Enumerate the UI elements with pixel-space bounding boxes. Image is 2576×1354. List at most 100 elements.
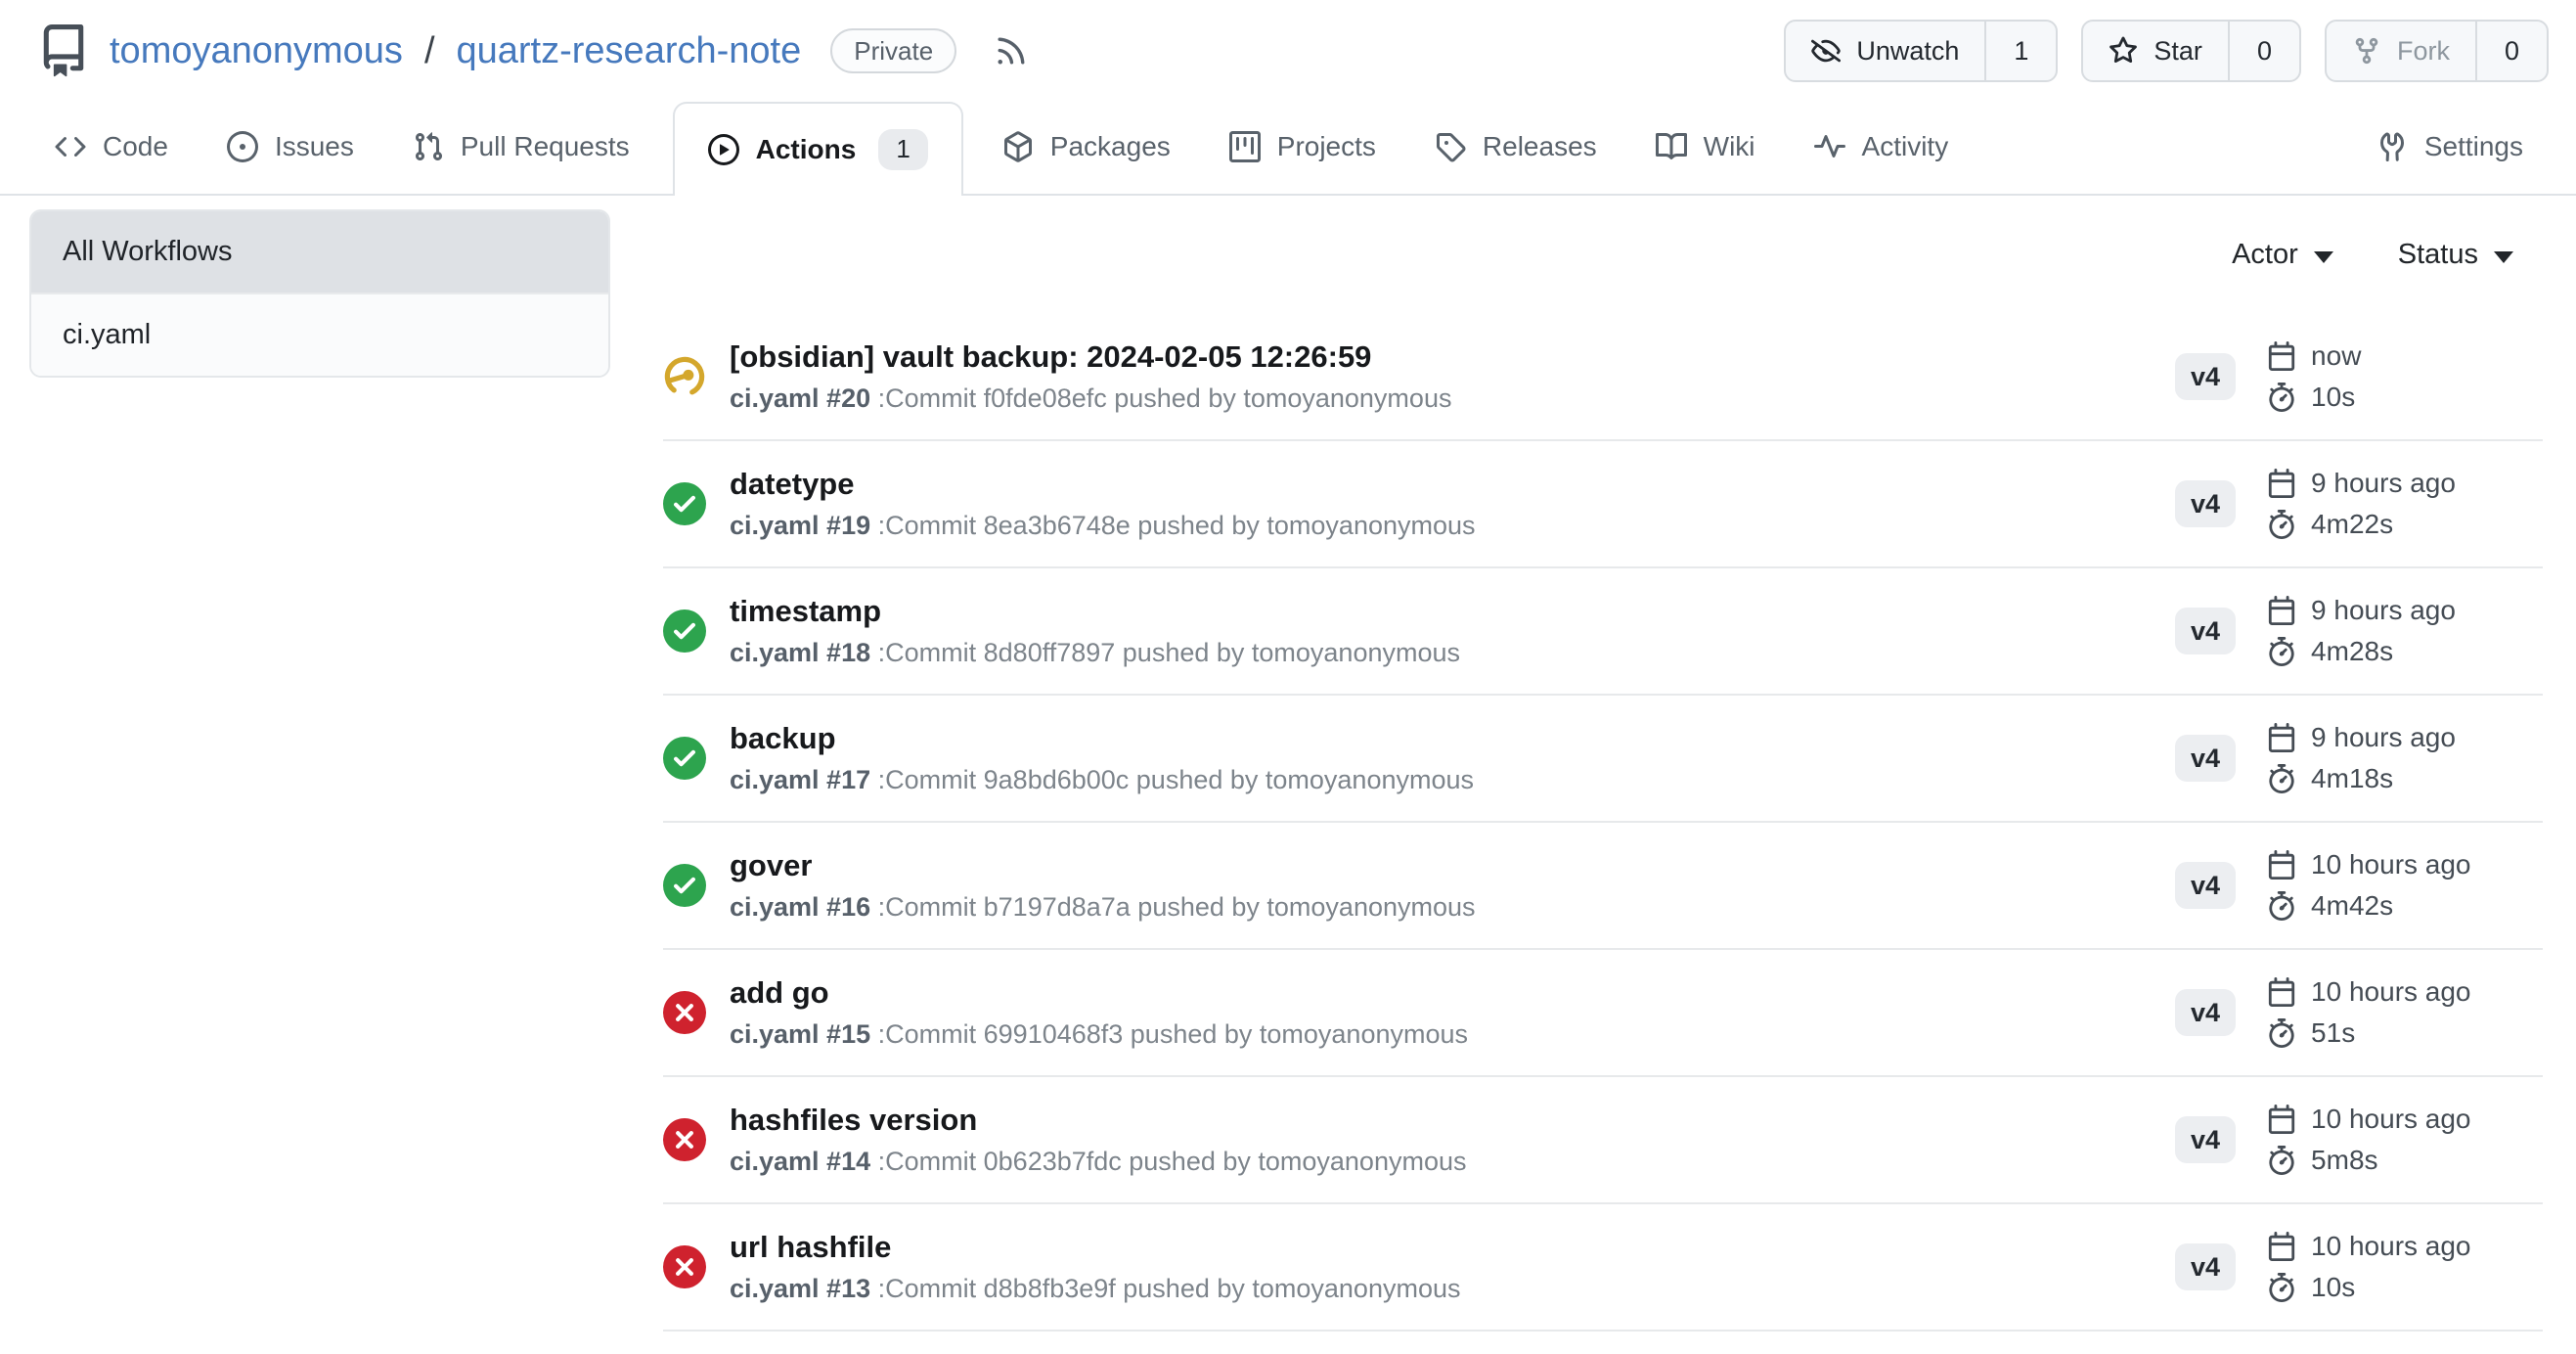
calendar-icon <box>2267 1232 2296 1261</box>
calendar-icon <box>2267 596 2296 625</box>
run-subtitle: ci.yaml #15 :Commit 69910468f3 pushed by… <box>730 1019 2175 1050</box>
breadcrumb-separator: / <box>422 30 437 72</box>
run-in-progress-icon <box>663 355 706 398</box>
star-label: Star <box>2154 36 2202 67</box>
workflow-run-row: gover ci.yaml #16 :Commit b7197d8a7a pus… <box>663 823 2543 950</box>
run-time: 9 hours ago <box>2311 595 2456 626</box>
eye-closed-icon <box>1811 36 1841 66</box>
runner-version-badge: v4 <box>2175 608 2236 654</box>
workflow-run-row: backup ci.yaml #17 :Commit 9a8bd6b00c pu… <box>663 696 2543 823</box>
run-success-icon <box>663 737 706 780</box>
stopwatch-icon <box>2267 1273 2296 1302</box>
chevron-down-icon <box>2494 251 2513 263</box>
tab-wiki[interactable]: Wiki <box>1640 98 1771 196</box>
workflow-runs-main: Actor Status [obsidian] vault backup: 20… <box>663 209 2543 1354</box>
tab-settings[interactable]: Settings <box>2361 98 2539 196</box>
actor-filter-dropdown[interactable]: Actor <box>2232 239 2333 271</box>
unwatch-label: Unwatch <box>1856 36 1959 67</box>
pulse-icon <box>1814 131 1845 162</box>
run-failure-icon <box>663 1118 706 1161</box>
stopwatch-icon <box>2267 764 2296 793</box>
rss-icon <box>994 33 1029 68</box>
rss-feed-button[interactable] <box>994 33 1029 68</box>
visibility-badge: Private <box>830 28 956 73</box>
run-meta: v4 9 hours ago 4m18s <box>2175 722 2539 794</box>
tab-pull-requests[interactable]: Pull Requests <box>397 98 645 196</box>
status-filter-dropdown[interactable]: Status <box>2398 239 2513 271</box>
star-count[interactable]: 0 <box>2228 22 2299 80</box>
run-subtitle: ci.yaml #17 :Commit 9a8bd6b00c pushed by… <box>730 765 2175 795</box>
run-title-link[interactable]: hashfiles version <box>730 1103 2175 1138</box>
tab-activity[interactable]: Activity <box>1799 98 1965 196</box>
tab-projects[interactable]: Projects <box>1214 98 1392 196</box>
run-time: 10 hours ago <box>2311 976 2470 1008</box>
repo-nav: Code Issues Pull Requests Actions 1 Pack… <box>0 98 2576 196</box>
run-subtitle: ci.yaml #16 :Commit b7197d8a7a pushed by… <box>730 892 2175 923</box>
workflow-run-row: url hashfile ci.yaml #13 :Commit d8b8fb3… <box>663 1204 2543 1331</box>
actions-content: All Workflows ci.yaml Actor Status <box>0 196 2576 1354</box>
workflow-run-row: [obsidian] vault backup: 2024-02-05 12:2… <box>663 314 2543 441</box>
runner-version-badge: v4 <box>2175 353 2236 400</box>
workflow-run-row: add cache again 10 hours ago <box>663 1331 2543 1354</box>
tab-issues[interactable]: Issues <box>211 98 370 196</box>
calendar-icon <box>2267 341 2296 371</box>
run-filters: Actor Status <box>663 209 2543 271</box>
run-meta: v4 10 hours ago 5m8s <box>2175 1104 2539 1176</box>
run-title-link[interactable]: url hashfile <box>730 1230 2175 1265</box>
calendar-icon <box>2267 977 2296 1007</box>
run-meta: v4 10 hours ago 51s <box>2175 976 2539 1049</box>
run-title-link[interactable]: [obsidian] vault backup: 2024-02-05 12:2… <box>730 339 2175 375</box>
workflow-run-row: datetype ci.yaml #19 :Commit 8ea3b6748e … <box>663 441 2543 568</box>
watch-count[interactable]: 1 <box>1984 22 2056 80</box>
run-title-link[interactable]: add go <box>730 975 2175 1011</box>
tab-actions[interactable]: Actions 1 <box>673 102 963 196</box>
star-button[interactable]: Star 0 <box>2081 20 2301 82</box>
run-title-link[interactable]: timestamp <box>730 594 2175 629</box>
runner-version-badge: v4 <box>2175 862 2236 909</box>
package-icon <box>1002 131 1034 162</box>
run-time: 9 hours ago <box>2311 468 2456 499</box>
repo-owner-link[interactable]: tomoyanonymous <box>110 30 403 72</box>
sidebar-item-all-workflows[interactable]: All Workflows <box>31 211 608 293</box>
repo-forked-icon <box>2352 36 2381 66</box>
git-pull-request-icon <box>413 131 444 162</box>
run-title-link[interactable]: gover <box>730 848 2175 883</box>
runner-version-badge: v4 <box>2175 1116 2236 1163</box>
calendar-icon <box>2267 850 2296 880</box>
workflow-run-row: hashfiles version ci.yaml #14 :Commit 0b… <box>663 1077 2543 1204</box>
repo-icon <box>37 24 90 77</box>
run-subtitle: ci.yaml #13 :Commit d8b8fb3e9f pushed by… <box>730 1274 2175 1304</box>
run-duration: 10s <box>2311 382 2355 413</box>
book-icon <box>1656 131 1687 162</box>
workflow-run-row: timestamp ci.yaml #18 :Commit 8d80ff7897… <box>663 568 2543 696</box>
project-icon <box>1229 131 1261 162</box>
play-icon <box>708 134 739 165</box>
run-time: now <box>2311 340 2361 372</box>
run-failure-icon <box>663 1245 706 1288</box>
repo-name-link[interactable]: quartz-research-note <box>457 30 802 72</box>
star-icon <box>2109 36 2138 66</box>
fork-count[interactable]: 0 <box>2475 22 2547 80</box>
stopwatch-icon <box>2267 510 2296 539</box>
run-title-link[interactable]: datetype <box>730 467 2175 502</box>
repo-header: tomoyanonymous / quartz-research-note Pr… <box>0 0 2576 98</box>
run-duration: 4m18s <box>2311 763 2393 794</box>
code-icon <box>55 131 86 162</box>
unwatch-button[interactable]: Unwatch 1 <box>1784 20 2058 82</box>
run-title-link[interactable]: backup <box>730 721 2175 756</box>
runner-version-badge: v4 <box>2175 989 2236 1036</box>
actions-count-badge: 1 <box>878 129 927 170</box>
sidebar-item-ci-yaml[interactable]: ci.yaml <box>31 293 608 376</box>
run-subtitle: ci.yaml #14 :Commit 0b623b7fdc pushed by… <box>730 1147 2175 1177</box>
tab-releases[interactable]: Releases <box>1419 98 1613 196</box>
run-success-icon <box>663 609 706 653</box>
tab-packages[interactable]: Packages <box>987 98 1186 196</box>
run-failure-icon <box>663 991 706 1034</box>
fork-button[interactable]: Fork 0 <box>2325 20 2549 82</box>
tab-code[interactable]: Code <box>39 98 184 196</box>
run-duration: 51s <box>2311 1017 2355 1049</box>
run-subtitle: ci.yaml #19 :Commit 8ea3b6748e pushed by… <box>730 511 2175 541</box>
workflows-sidebar: All Workflows ci.yaml <box>29 209 610 378</box>
calendar-icon <box>2267 1105 2296 1134</box>
tag-icon <box>1435 131 1466 162</box>
